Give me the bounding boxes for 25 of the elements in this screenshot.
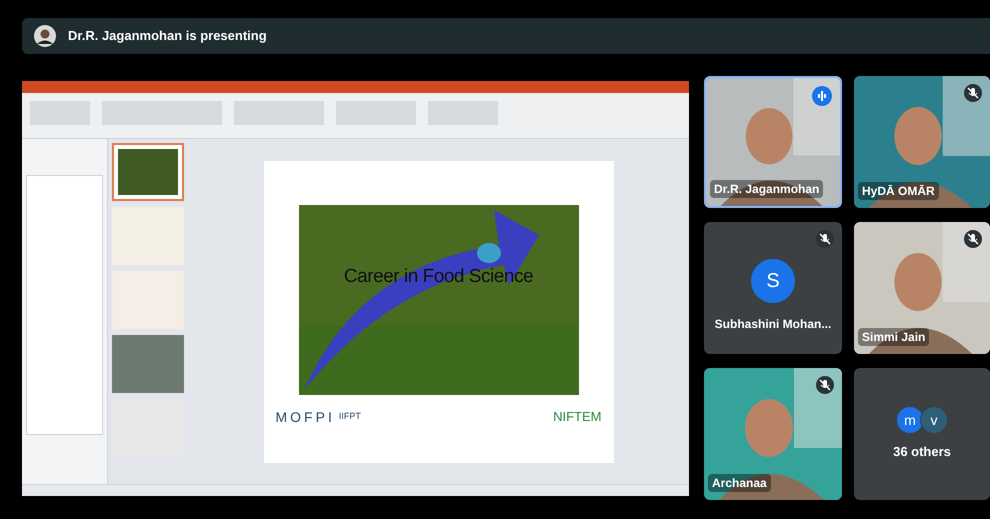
others-count: 36 others <box>893 443 951 462</box>
participant-name: Subhashini Mohan... <box>714 316 832 333</box>
mic-off-icon <box>964 84 982 102</box>
speaking-icon <box>812 86 832 106</box>
participant-name: Simmi Jain <box>858 328 930 346</box>
mic-off-icon <box>964 230 982 248</box>
avatar-initial: S <box>751 259 795 303</box>
mic-off-icon <box>816 230 834 248</box>
avatar-initial: v <box>920 406 948 434</box>
participant-tile[interactable]: Dr.R. Jaganmohan <box>704 76 842 208</box>
logo-text: IIFPT <box>338 410 361 424</box>
participant-tile[interactable]: Simmi Jain <box>854 222 990 354</box>
participant-name: HyDĀ OMĀR <box>858 182 939 200</box>
participant-tile[interactable]: HyDĀ OMĀR <box>854 76 990 208</box>
presenter-label: Dr.R. Jaganmohan is presenting <box>68 27 267 46</box>
participant-name: Archanaa <box>708 474 771 492</box>
logo-text: MOFPI <box>276 408 335 426</box>
mic-off-icon <box>816 376 834 394</box>
participant-tile[interactable]: Archanaa <box>704 368 842 500</box>
participant-tile[interactable]: m v 36 others <box>854 368 990 500</box>
logo-text: NIFTEM <box>553 408 602 426</box>
avatar-initial: m <box>896 406 924 434</box>
participant-tile[interactable]: S Subhashini Mohan... <box>704 222 842 354</box>
participant-name: Dr.R. Jaganmohan <box>710 180 824 198</box>
avatar-icon <box>34 25 56 47</box>
